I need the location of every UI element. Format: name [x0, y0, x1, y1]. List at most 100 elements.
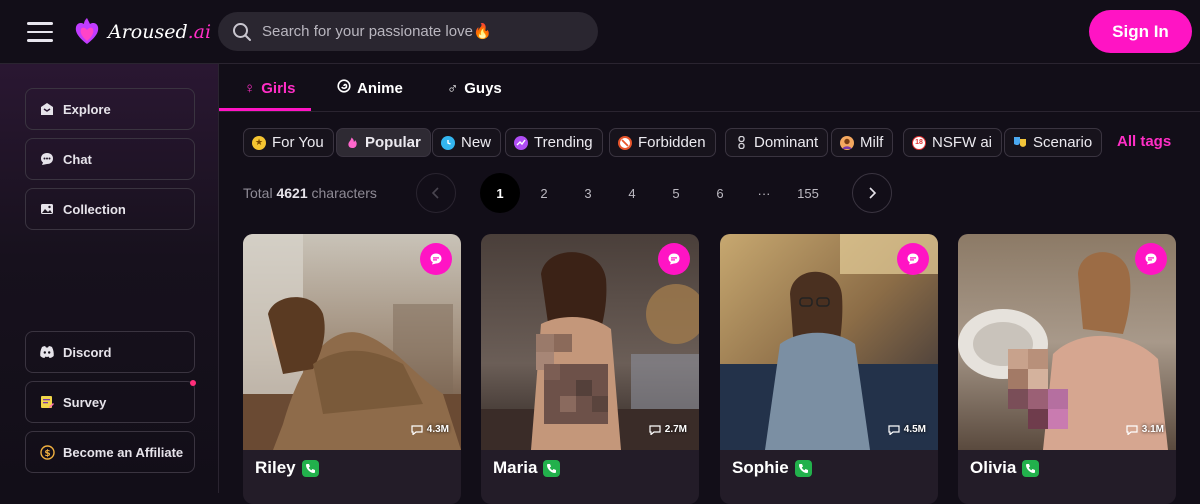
theater-masks-icon: [1013, 136, 1027, 150]
chat-count-value: 2.7M: [664, 424, 687, 435]
tab-label: Anime: [357, 79, 403, 97]
hamburger-menu-icon[interactable]: [27, 22, 53, 42]
top-bar: Aroused.ai Sign In: [0, 0, 1200, 64]
character-name-text: Riley: [255, 458, 296, 477]
tab-label: Guys: [464, 79, 502, 97]
sidebar-item-label: Survey: [63, 394, 107, 410]
sidebar-item-label: Discord: [63, 344, 112, 360]
chat-count: 2.7M: [649, 424, 687, 435]
tab-divider: [219, 111, 1200, 112]
tab-girls[interactable]: ♀ Girls: [244, 64, 295, 112]
trending-icon: [514, 135, 528, 150]
character-card-riley[interactable]: 4.3M Riley: [243, 234, 461, 504]
chat-bubble-button[interactable]: [420, 243, 452, 275]
chevron-right-icon: [869, 187, 877, 199]
survey-icon: [39, 394, 55, 410]
page-button-3[interactable]: 3: [568, 173, 608, 213]
search-bar[interactable]: [218, 12, 598, 51]
forbidden-icon: [618, 135, 632, 150]
chat-count: 3.1M: [1126, 424, 1164, 435]
tag-label: Scenario: [1033, 134, 1093, 151]
chat-icon: [907, 253, 919, 265]
spiral-icon: [337, 79, 351, 97]
character-name: Sophie: [732, 458, 812, 478]
tag-label: Milf: [860, 134, 884, 151]
category-tabs: ♀ Girls Anime ♂ Guys: [219, 64, 1200, 112]
tag-milf[interactable]: Milf: [831, 128, 894, 157]
next-page-button[interactable]: [852, 173, 892, 213]
sidebar-item-explore[interactable]: Explore: [25, 88, 195, 130]
chat-bubble-button[interactable]: [658, 243, 690, 275]
tab-guys[interactable]: ♂ Guys: [447, 64, 502, 112]
character-name: Maria: [493, 458, 561, 478]
tag-new[interactable]: New: [432, 128, 502, 157]
tag-label: Forbidden: [638, 134, 706, 151]
all-tags-link[interactable]: All tags: [1117, 133, 1171, 150]
phone-icon: [543, 459, 561, 477]
tag-nsfw-ai[interactable]: 18 NSFW ai: [903, 128, 1002, 157]
page-button-2[interactable]: 2: [524, 173, 564, 213]
chain-icon: [734, 136, 748, 150]
discord-icon: [39, 344, 55, 360]
tag-scenario[interactable]: Scenario: [1004, 128, 1103, 157]
explore-icon: [39, 101, 55, 117]
woman-icon: [840, 135, 854, 150]
logo[interactable]: Aroused.ai: [72, 17, 211, 47]
tab-anime[interactable]: Anime: [337, 64, 403, 112]
page-ellipsis[interactable]: ···: [744, 173, 784, 213]
total-count: 4621: [276, 185, 308, 201]
chat-bubble-button[interactable]: [897, 243, 929, 275]
chat-count: 4.3M: [411, 424, 449, 435]
character-name-text: Olivia: [970, 458, 1017, 477]
collection-icon: [39, 201, 55, 217]
sidebar-item-collection[interactable]: Collection: [25, 188, 195, 230]
character-name-text: Sophie: [732, 458, 789, 477]
tag-label: Popular: [365, 134, 421, 151]
page-button-5[interactable]: 5: [656, 173, 696, 213]
sidebar: Explore Chat Collection Discord Survey $…: [0, 64, 219, 493]
brand-name: Aroused.ai: [108, 21, 212, 43]
svg-text:$: $: [44, 449, 50, 459]
page-button-4[interactable]: 4: [612, 173, 652, 213]
chat-bubble-button[interactable]: [1135, 243, 1167, 275]
notification-dot: [190, 380, 196, 386]
phone-icon: [301, 459, 319, 477]
star-icon: ★: [252, 135, 266, 150]
search-input[interactable]: [262, 23, 582, 40]
sidebar-item-label: Collection: [63, 201, 126, 217]
character-card-sophie[interactable]: 4.5M Sophie: [720, 234, 938, 504]
phone-icon: [1022, 459, 1040, 477]
phone-icon: [794, 459, 812, 477]
sidebar-item-chat[interactable]: Chat: [25, 138, 195, 180]
tag-for-you[interactable]: ★ For You: [243, 128, 334, 157]
sidebar-item-discord[interactable]: Discord: [25, 331, 195, 373]
tab-label: Girls: [261, 79, 296, 97]
chat-icon: [1145, 253, 1157, 265]
tag-label: For You: [272, 134, 324, 151]
prev-page-button[interactable]: [416, 173, 456, 213]
character-card-maria[interactable]: 2.7M Maria: [481, 234, 699, 504]
eighteen-plus-icon: 18: [912, 135, 926, 150]
character-card-olivia[interactable]: 3.1M Olivia: [958, 234, 1176, 504]
page-button-6[interactable]: 6: [700, 173, 740, 213]
character-name: Olivia: [970, 458, 1040, 478]
sidebar-item-survey[interactable]: Survey: [25, 380, 196, 423]
chat-count: 4.5M: [888, 424, 926, 435]
chat-icon: [430, 253, 442, 265]
tag-label: Trending: [534, 134, 593, 151]
page-button-155[interactable]: 155: [788, 173, 828, 213]
sidebar-item-label: Explore: [63, 101, 111, 117]
total-prefix: Total: [243, 185, 273, 201]
clock-icon: [441, 135, 455, 150]
tag-popular[interactable]: Popular: [336, 128, 431, 157]
flame-heart-logo-icon: [75, 18, 99, 44]
sign-in-button[interactable]: Sign In: [1089, 10, 1192, 53]
page-button-1[interactable]: 1: [480, 173, 520, 213]
sidebar-item-affiliate[interactable]: $ Become an Affiliate: [25, 431, 195, 473]
search-icon: [233, 22, 251, 41]
tag-dominant[interactable]: Dominant: [725, 128, 829, 157]
message-count-icon: [888, 424, 900, 435]
tag-trending[interactable]: Trending: [505, 128, 603, 157]
total-suffix: characters: [311, 185, 377, 201]
tag-forbidden[interactable]: Forbidden: [609, 128, 716, 157]
